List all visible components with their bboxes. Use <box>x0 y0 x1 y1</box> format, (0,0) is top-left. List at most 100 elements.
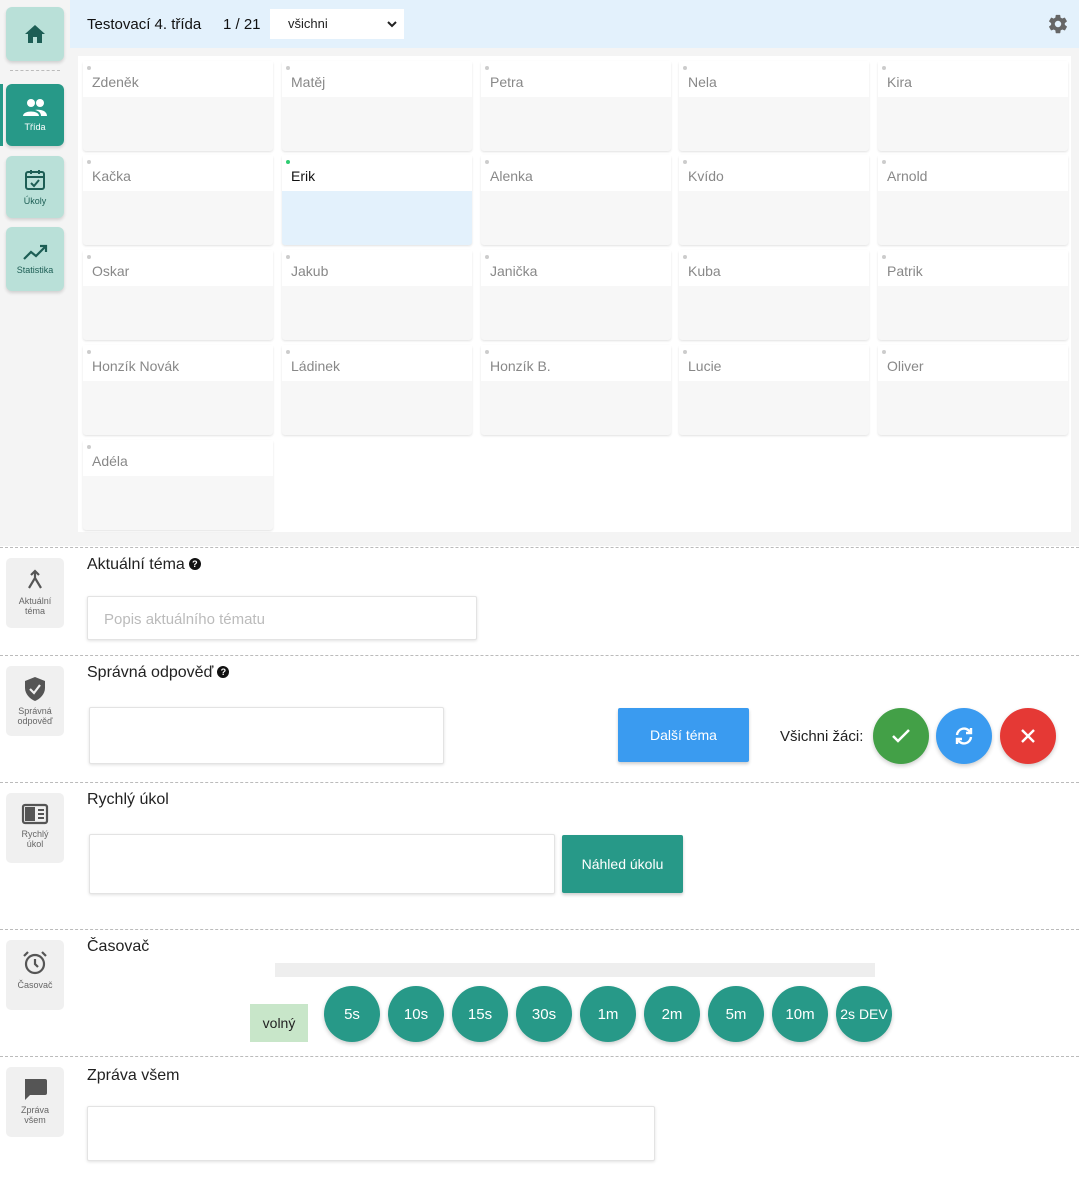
status-dot <box>683 255 687 259</box>
student-counter: 1 / 21 <box>223 16 261 33</box>
task-preview-button[interactable]: Náhled úkolu <box>562 835 683 893</box>
calendar-check-icon <box>25 170 45 190</box>
student-card[interactable]: Matěj <box>282 61 472 151</box>
student-card[interactable]: Petra <box>481 61 671 151</box>
status-dot <box>87 160 91 164</box>
section-icon-label: Rychlý úkol <box>21 829 49 849</box>
student-card[interactable]: Alenka <box>481 155 671 245</box>
timer-button-5s[interactable]: 5s <box>324 986 380 1042</box>
answer-input[interactable] <box>89 707 444 764</box>
student-card[interactable]: Ládinek <box>282 345 472 435</box>
timer-progress-bar <box>275 963 875 977</box>
quick-task-title: Rychlý úkol <box>87 791 169 808</box>
timer-button-15s[interactable]: 15s <box>452 986 508 1042</box>
student-name: Alenka <box>481 155 671 191</box>
chevron-down-icon <box>387 21 397 28</box>
timer-button-5m[interactable]: 5m <box>708 986 764 1042</box>
student-card[interactable]: Zdeněk <box>83 61 273 151</box>
quick-task-input[interactable] <box>89 834 555 894</box>
status-dot <box>286 160 290 164</box>
section-icon-label: Aktuální téma <box>18 596 52 616</box>
status-dot <box>882 255 886 259</box>
sidebar-item-home[interactable] <box>6 7 64 61</box>
status-dot <box>286 255 290 259</box>
all-reset-button[interactable] <box>936 708 992 764</box>
student-name: Oskar <box>83 250 273 286</box>
sidebar-item-tasks[interactable]: Úkoly <box>6 156 64 218</box>
message-section: Zpráva všem Zpráva všem <box>0 1056 1079 1177</box>
timer-button-2m[interactable]: 2m <box>644 986 700 1042</box>
student-card[interactable]: Patrik <box>878 250 1068 340</box>
sidebar-item-class[interactable]: Třída <box>6 84 64 146</box>
timer-status-badge: volný <box>250 1004 308 1042</box>
student-name: Kuba <box>679 250 869 286</box>
student-card[interactable]: Oliver <box>878 345 1068 435</box>
student-card[interactable]: Kuba <box>679 250 869 340</box>
answer-section-icon: Správná odpověď <box>6 666 64 736</box>
student-card[interactable]: Lucie <box>679 345 869 435</box>
shield-check-icon <box>25 677 45 701</box>
student-card[interactable]: Oskar <box>83 250 273 340</box>
timer-button-10s[interactable]: 10s <box>388 986 444 1042</box>
chat-icon <box>25 1079 47 1100</box>
next-topic-button[interactable]: Další téma <box>618 708 749 762</box>
timer-button-30s[interactable]: 30s <box>516 986 572 1042</box>
student-card[interactable]: Jakub <box>282 250 472 340</box>
student-card[interactable]: Honzík B. <box>481 345 671 435</box>
section-icon-label: Správná odpověď <box>17 706 53 726</box>
student-name: Kačka <box>83 155 273 191</box>
student-name: Patrik <box>878 250 1068 286</box>
timer-button-1m[interactable]: 1m <box>580 986 636 1042</box>
student-card[interactable]: Honzík Novák <box>83 345 273 435</box>
sidebar: Třída Úkoly Statistika <box>0 0 70 546</box>
topic-section-icon: Aktuální téma <box>6 558 64 628</box>
class-overview: Třída Úkoly Statistika Testovací 4. tříd… <box>0 0 1079 546</box>
student-name: Honzík Novák <box>83 345 273 381</box>
users-icon <box>23 99 47 116</box>
home-icon <box>25 25 45 43</box>
section-icon-label: Zpráva všem <box>20 1105 49 1125</box>
student-name: Erik <box>282 155 472 191</box>
sidebar-divider <box>10 70 60 71</box>
status-dot <box>882 66 886 70</box>
timer-button-2s-dev[interactable]: 2s DEV <box>836 986 892 1042</box>
student-card[interactable]: Nela <box>679 61 869 151</box>
status-dot <box>286 350 290 354</box>
student-name: Nela <box>679 61 869 97</box>
status-dot <box>485 160 489 164</box>
task-preview-label: Náhled úkolu <box>581 856 664 872</box>
help-icon[interactable]: ? <box>188 558 201 570</box>
student-card[interactable]: Adéla <box>83 440 273 530</box>
filter-selected-value: všichni <box>288 16 328 31</box>
student-name: Janička <box>481 250 671 286</box>
trending-icon <box>23 244 48 260</box>
student-filter-select[interactable]: všichni <box>270 9 404 39</box>
gear-icon[interactable] <box>1047 13 1069 35</box>
student-card-selected[interactable]: Erik <box>282 155 472 245</box>
sidebar-item-label: Třída <box>24 122 46 132</box>
all-correct-button[interactable] <box>873 708 929 764</box>
status-dot <box>882 350 886 354</box>
student-card[interactable]: Kačka <box>83 155 273 245</box>
student-card[interactable]: Kira <box>878 61 1068 151</box>
timer-button-10m[interactable]: 10m <box>772 986 828 1042</box>
status-dot <box>286 66 290 70</box>
timer-section-icon: Časovač <box>6 940 64 1010</box>
topic-input[interactable]: Popis aktuálního tématu <box>87 596 477 640</box>
next-topic-label: Další téma <box>650 727 717 743</box>
help-icon[interactable]: ? <box>217 666 230 678</box>
class-header: Testovací 4. třída 1 / 21 všichni <box>70 0 1079 48</box>
sidebar-item-statistics[interactable]: Statistika <box>6 227 64 291</box>
student-card[interactable]: Janička <box>481 250 671 340</box>
all-wrong-button[interactable] <box>1000 708 1056 764</box>
class-title: Testovací 4. třída <box>87 16 202 33</box>
student-name: Adéla <box>83 440 273 476</box>
student-card[interactable]: Arnold <box>878 155 1068 245</box>
student-card[interactable]: Kvído <box>679 155 869 245</box>
timer-title: Časovač <box>87 938 150 955</box>
status-dot <box>87 350 91 354</box>
student-name: Petra <box>481 61 671 97</box>
message-input[interactable] <box>87 1106 655 1161</box>
student-name: Kvído <box>679 155 869 191</box>
status-dot <box>485 255 489 259</box>
